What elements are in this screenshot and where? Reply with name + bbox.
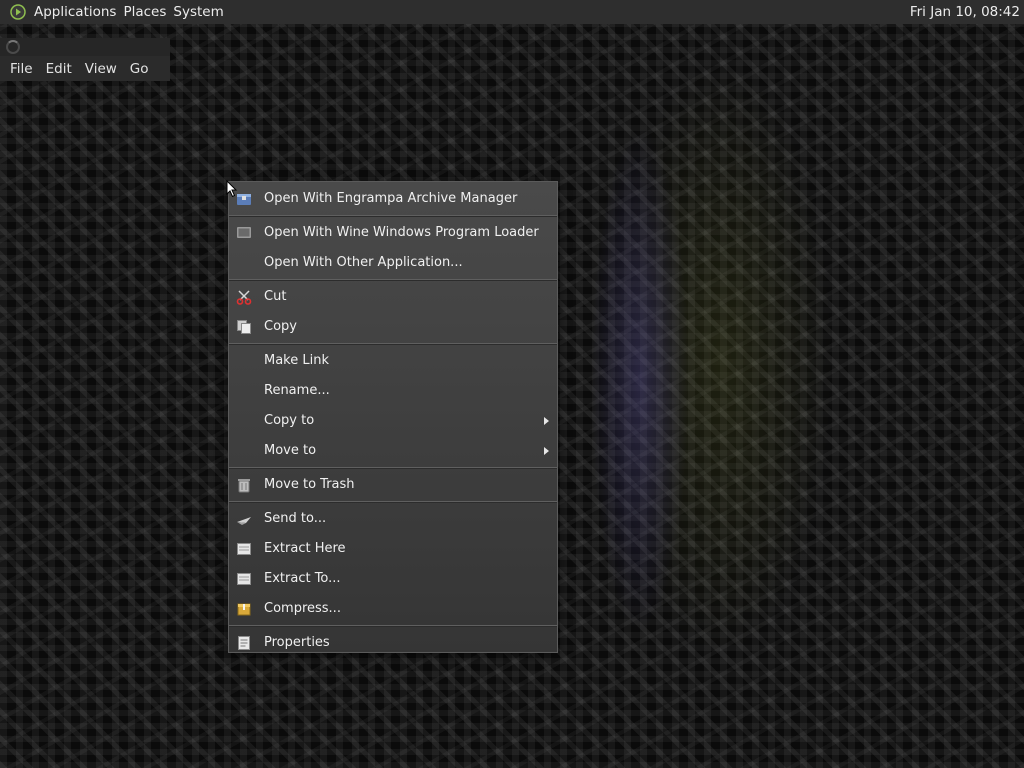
menu-view[interactable]: View: [85, 61, 117, 77]
menu-item-label: Open With Other Application...: [264, 255, 463, 270]
menu-separator: [229, 343, 557, 345]
menu-item-make-link[interactable]: Make Link: [229, 346, 557, 376]
panel-menu-applications[interactable]: Applications: [32, 4, 123, 20]
send-icon: [236, 511, 252, 527]
panel-clock[interactable]: Fri Jan 10, 08:42: [910, 4, 1020, 20]
menu-file[interactable]: File: [10, 61, 33, 77]
menu-item-label: Copy to: [264, 413, 315, 428]
menu-item-label: Rename...: [264, 383, 330, 398]
menu-item-copy-to[interactable]: Copy to: [229, 406, 557, 436]
menu-item-extract-to[interactable]: Extract To...: [229, 564, 557, 594]
menu-item-move-to-trash[interactable]: Move to Trash: [229, 470, 557, 500]
extract-icon: [236, 571, 252, 587]
menu-item-open-with-other[interactable]: Open With Other Application...: [229, 248, 557, 278]
submenu-arrow-icon: [544, 417, 549, 425]
menu-item-label: Extract Here: [264, 541, 346, 556]
menu-item-compress[interactable]: Compress...: [229, 594, 557, 624]
menu-separator: [229, 625, 557, 627]
extract-icon: [236, 541, 252, 557]
panel-menu-places[interactable]: Places: [123, 4, 173, 20]
properties-icon: [236, 635, 252, 651]
menu-item-label: Move to: [264, 443, 317, 458]
menu-separator: [229, 501, 557, 503]
menu-item-label: Cut: [264, 289, 287, 304]
menu-item-extract-here[interactable]: Extract Here: [229, 534, 557, 564]
mate-logo-icon[interactable]: [10, 4, 26, 20]
trash-icon: [236, 477, 252, 493]
menu-item-label: Extract To...: [264, 571, 341, 586]
menu-item-label: Properties: [264, 635, 330, 650]
submenu-arrow-icon: [544, 447, 549, 455]
menu-separator: [229, 279, 557, 281]
menu-item-cut[interactable]: Cut: [229, 282, 557, 312]
menu-item-rename[interactable]: Rename...: [229, 376, 557, 406]
menu-item-label: Make Link: [264, 353, 329, 368]
menu-go[interactable]: Go: [130, 61, 149, 77]
panel-menu-system[interactable]: System: [173, 4, 230, 20]
menu-item-send-to[interactable]: Send to...: [229, 504, 557, 534]
menu-item-open-with-wine[interactable]: Open With Wine Windows Program Loader: [229, 218, 557, 248]
loading-spinner-icon: [6, 40, 20, 54]
menu-item-label: Compress...: [264, 601, 341, 616]
menu-item-copy[interactable]: Copy: [229, 312, 557, 342]
menu-item-label: Open With Engrampa Archive Manager: [264, 191, 518, 206]
menu-item-label: Open With Wine Windows Program Loader: [264, 225, 539, 240]
menu-item-label: Copy: [264, 319, 297, 334]
menu-item-properties[interactable]: Properties: [229, 628, 557, 658]
menu-item-move-to[interactable]: Move to: [229, 436, 557, 466]
scissors-icon: [236, 289, 252, 305]
window-titlebar[interactable]: [0, 38, 170, 56]
window-menubar: File Edit View Go: [0, 56, 170, 81]
mouse-pointer-icon: [226, 180, 238, 198]
context-menu: Open With Engrampa Archive Manager Open …: [228, 181, 558, 653]
menu-separator: [229, 467, 557, 469]
menu-item-label: Move to Trash: [264, 477, 355, 492]
copy-icon: [236, 319, 252, 335]
archive-manager-icon: [236, 191, 252, 207]
menu-item-open-with-engrampa[interactable]: Open With Engrampa Archive Manager: [229, 184, 557, 214]
wine-icon: [236, 225, 252, 241]
menu-item-label: Send to...: [264, 511, 327, 526]
menu-separator: [229, 215, 557, 217]
menu-edit[interactable]: Edit: [46, 61, 72, 77]
top-panel: Applications Places System Fri Jan 10, 0…: [0, 0, 1024, 24]
compress-icon: [236, 601, 252, 617]
file-manager-window: File Edit View Go: [0, 38, 170, 81]
